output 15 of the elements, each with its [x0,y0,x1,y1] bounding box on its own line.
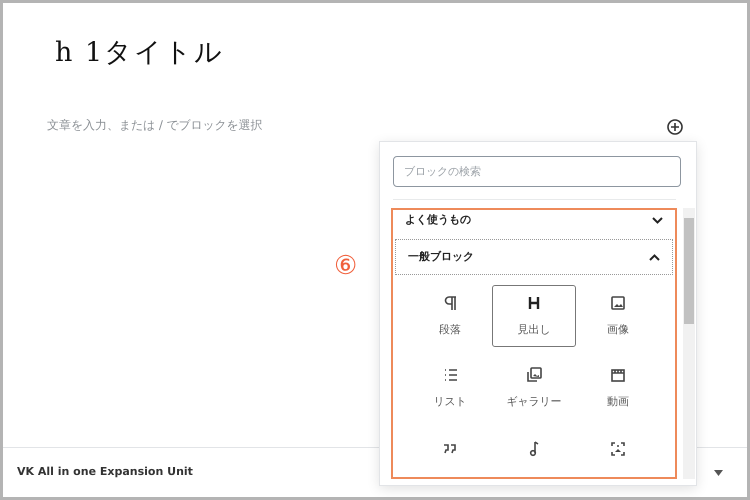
footer-panel-title: VK All in one Expansion Unit [17,464,193,480]
block-search-field[interactable]: ブロックの検索 [393,156,681,187]
chevron-up-icon [649,254,660,260]
annotation-number: ⑥ [334,253,358,279]
panel-toggle[interactable]: 一般ブロック [395,239,673,275]
add-block-icon[interactable] [666,118,684,136]
page-title: h 1タイトル [55,36,226,70]
chevron-down-icon [652,216,663,224]
block-item[interactable]: 見出し [492,285,576,347]
scrollbar-thumb[interactable] [684,218,694,324]
image-icon [609,294,627,312]
scrollbar[interactable] [683,208,695,479]
cover-icon [609,440,627,458]
caret-icon[interactable] [714,470,723,476]
gallery-icon [525,366,543,384]
